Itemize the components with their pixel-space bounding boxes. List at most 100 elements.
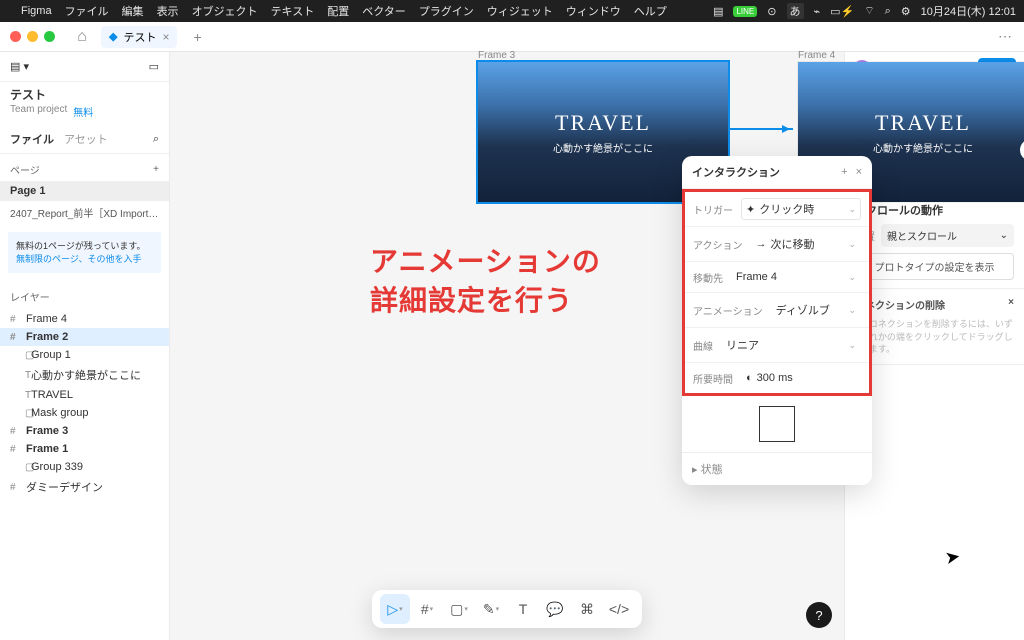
curve-value: リニア [726, 337, 759, 353]
upgrade-link[interactable]: 無制限のページ、その他を入手 [16, 254, 142, 264]
menu-view[interactable]: 表示 [157, 3, 179, 19]
menu-plugin[interactable]: プラグイン [419, 3, 474, 19]
left-sidebar: ▤ ▾ ▭ テスト Team project 無料 ファイル アセット ⌕ ペー… [0, 52, 170, 640]
close-icon[interactable]: × [1008, 297, 1014, 312]
new-tab-button[interactable]: + [187, 29, 207, 45]
status-bluetooth-icon[interactable]: ⌁ [814, 5, 821, 18]
curve-select[interactable]: リニア ⌄ [721, 334, 861, 356]
frame-label[interactable]: Frame 4 [798, 50, 835, 61]
upgrade-notice: 無料の1ページが残っています。 無制限のページ、その他を入手 [8, 232, 161, 273]
team-name[interactable]: Team project [10, 104, 67, 119]
document-tab[interactable]: ◆ テスト × [101, 26, 177, 48]
minimize-window-icon[interactable] [27, 31, 38, 42]
chevron-down-icon: ⌄ [848, 204, 856, 215]
state-disclosure[interactable]: ▸ 状態 [682, 452, 872, 485]
menu-text[interactable]: テキスト [271, 3, 315, 19]
menu-arrange[interactable]: 配置 [327, 3, 349, 19]
layer-item[interactable]: TTRAVEL [0, 386, 169, 404]
prototype-arrow[interactable] [728, 128, 793, 130]
add-interaction-icon[interactable]: + [841, 166, 847, 178]
text-tool[interactable]: T [508, 594, 538, 624]
scroll-pos-select[interactable]: 親とスクロール⌄ [881, 224, 1014, 247]
zoom-window-icon[interactable] [44, 31, 55, 42]
page-row-current[interactable]: Page 1 [0, 181, 169, 201]
preview-rect [759, 406, 795, 442]
curve-label: 曲線 [693, 338, 713, 353]
layer-label: Mask group [31, 407, 88, 419]
upgrade-notice-text: 無料の1ページが残っています。 [16, 240, 153, 253]
actions-tool[interactable]: ⌘ [572, 594, 602, 624]
status-line-icon[interactable]: LINE [733, 6, 757, 17]
menu-object[interactable]: オブジェクト [192, 3, 258, 19]
headline: TRAVEL [875, 110, 971, 136]
overflow-menu-icon[interactable]: ⋯ [998, 28, 1012, 45]
menu-vector[interactable]: ベクター [362, 3, 406, 19]
chevron-down-icon: ⌄ [848, 340, 856, 351]
destination-select[interactable]: Frame 4⌄ [731, 268, 861, 286]
layer-label: 心動かす絶景がここに [31, 367, 141, 383]
traffic-lights[interactable] [10, 31, 55, 42]
destination-value: Frame 4 [736, 271, 777, 283]
layer-label: Frame 4 [26, 313, 67, 325]
move-tool[interactable]: ▷▾ [380, 594, 410, 624]
status-battery-icon[interactable]: ▭⚡ [830, 5, 854, 18]
layer-item[interactable]: #Frame 4 [0, 310, 169, 328]
dev-mode-toggle[interactable]: </> [604, 594, 634, 624]
close-popover-icon[interactable]: × [856, 166, 862, 178]
menu-help[interactable]: ヘルプ [634, 3, 667, 19]
frame-icon: # [10, 332, 20, 343]
panel-toggle-icon[interactable]: ▭ [149, 60, 159, 73]
annotation-line: アニメーションの [370, 242, 601, 281]
status-figma-icon[interactable]: ▤ [713, 5, 723, 18]
document-title[interactable]: テスト [10, 86, 159, 103]
frame-tool[interactable]: #▾ [412, 594, 442, 624]
menu-widget[interactable]: ウィジェット [487, 3, 553, 19]
menu-window[interactable]: ウィンドウ [566, 3, 621, 19]
app-name[interactable]: Figma [21, 5, 52, 17]
duration-field[interactable]: ◐ 300 ms [741, 369, 861, 387]
layer-item[interactable]: #Frame 3 [0, 422, 169, 440]
close-window-icon[interactable] [10, 31, 21, 42]
tab-file[interactable]: ファイル [10, 131, 54, 147]
status-input-icon[interactable]: あ [787, 3, 804, 19]
chevron-down-icon: ⌄ [1000, 230, 1008, 241]
help-button[interactable]: ? [806, 602, 832, 628]
frame-icon: # [10, 426, 20, 437]
close-tab-icon[interactable]: × [162, 30, 169, 44]
plan-badge[interactable]: 無料 [73, 104, 93, 119]
figma-menu-icon[interactable]: ▤ ▾ [10, 60, 29, 73]
trigger-label: トリガー [693, 202, 733, 217]
menu-edit[interactable]: 編集 [122, 3, 144, 19]
layer-item[interactable]: ▢Group 339 [0, 458, 169, 476]
menu-file[interactable]: ファイル [65, 3, 109, 19]
comment-tool[interactable]: 💬 [540, 594, 570, 624]
menubar-datetime[interactable]: 10月24日(木) 12:01 [921, 3, 1016, 19]
status-search-icon[interactable]: ⌕ [885, 5, 891, 18]
tab-assets[interactable]: アセット [64, 131, 108, 147]
layer-item[interactable]: ▢Mask group [0, 404, 169, 422]
action-select[interactable]: → 次に移動⌄ [751, 233, 862, 255]
search-icon[interactable]: ⌕ [153, 133, 159, 146]
carousel-next-icon[interactable]: › [1020, 139, 1024, 161]
layer-item[interactable]: #ダミーデザイン [0, 476, 169, 498]
frame-label[interactable]: Frame 3 [478, 50, 515, 61]
canvas[interactable]: Frame 3 TRAVEL 心動かす絶景がここに Frame 4 TRAVEL… [170, 52, 844, 640]
layer-item[interactable]: ▢Group 1 [0, 346, 169, 364]
layer-item[interactable]: #Frame 1 [0, 440, 169, 458]
shape-tool[interactable]: ▢▾ [444, 594, 474, 624]
add-page-icon[interactable]: + [153, 164, 159, 175]
status-record-icon[interactable]: ⊙ [767, 5, 776, 18]
page-row[interactable]: 2407_Report_前半［XD Import］(30-Ju… [0, 201, 169, 224]
animation-select[interactable]: ディゾルブ⌄ [771, 299, 861, 321]
status-wifi-icon[interactable]: ⌔ [864, 4, 874, 18]
delete-help-text: コネクションを削除するには、いずれかの端をクリックしてドラッグします。 [869, 318, 1014, 356]
show-prototype-settings-button[interactable]: プロトタイプの設定を表示 [855, 253, 1014, 280]
trigger-select[interactable]: ✦ クリック時⌄ [741, 198, 861, 220]
layer-label: Group 1 [31, 349, 71, 361]
pen-tool[interactable]: ✎▾ [476, 594, 506, 624]
layer-item[interactable]: T心動かす絶景がここに [0, 364, 169, 386]
interaction-popover: インタラクション + × トリガー ✦ クリック時⌄ アクション → 次に移動⌄… [682, 156, 872, 485]
home-icon[interactable]: ⌂ [73, 28, 91, 46]
status-control-center-icon[interactable]: ⚙ [901, 5, 911, 18]
layer-item-selected[interactable]: #Frame 2 [0, 328, 169, 346]
